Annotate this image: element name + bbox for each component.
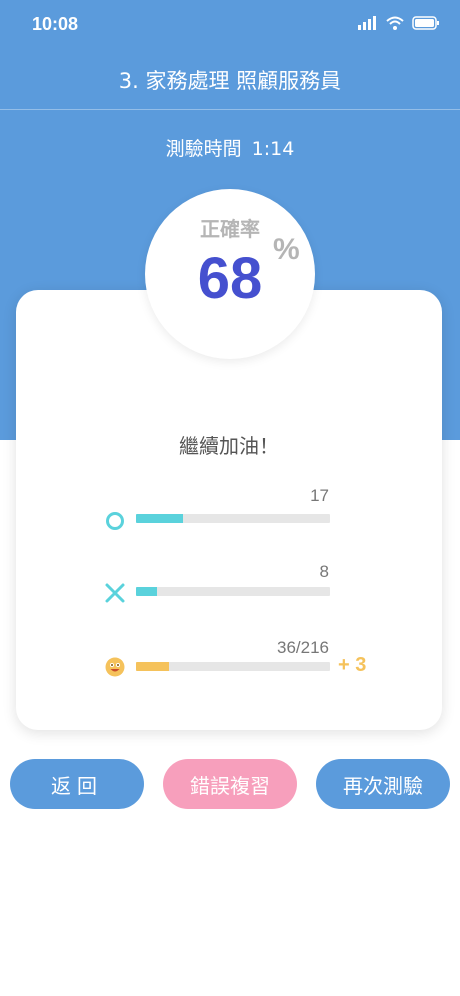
- wifi-icon: [386, 16, 404, 30]
- battery-icon: [412, 16, 439, 30]
- accuracy-circle: 正確率 68 %: [145, 189, 315, 359]
- wrong-count: 8: [319, 562, 329, 581]
- correct-count: 17: [310, 486, 329, 505]
- back-button[interactable]: 返回: [10, 759, 144, 809]
- wrong-progress-track: [136, 587, 330, 596]
- progress-fill: [136, 662, 169, 671]
- circle-icon: [106, 512, 124, 530]
- correct-progress-fill: [136, 514, 183, 523]
- retry-test-button[interactable]: 再次測驗: [316, 759, 450, 809]
- status-icons: [358, 16, 440, 30]
- stat-row-wrong: 8: [16, 562, 442, 622]
- accuracy-unit: %: [273, 233, 300, 266]
- encouragement-message: 繼續加油！: [179, 434, 279, 458]
- signal-icon: [358, 16, 376, 30]
- progress-track: [136, 662, 330, 671]
- cross-icon: [105, 583, 125, 603]
- quiz-timer: 測驗時間 1:14: [0, 134, 460, 161]
- status-bar: 10:08: [0, 0, 460, 50]
- page-title: 3. 家務處理 照顧服務員: [118, 68, 342, 93]
- wrong-progress-fill: [136, 587, 158, 596]
- timer-value: 1:14: [251, 138, 295, 160]
- status-time: 10:08: [32, 14, 79, 34]
- bonus-points: + 3: [338, 654, 367, 676]
- stat-row-correct: 17: [16, 486, 442, 546]
- timer-label: 測驗時間: [165, 138, 242, 160]
- review-mistakes-button[interactable]: 錯誤複習: [163, 759, 297, 809]
- smiley-icon: [105, 657, 125, 677]
- stat-row-progress: 36/216 + 3: [16, 638, 442, 698]
- title-bar: 3. 家務處理 照顧服務員: [0, 50, 460, 110]
- progress-count: 36/216: [277, 638, 329, 657]
- correct-progress-track: [136, 514, 330, 523]
